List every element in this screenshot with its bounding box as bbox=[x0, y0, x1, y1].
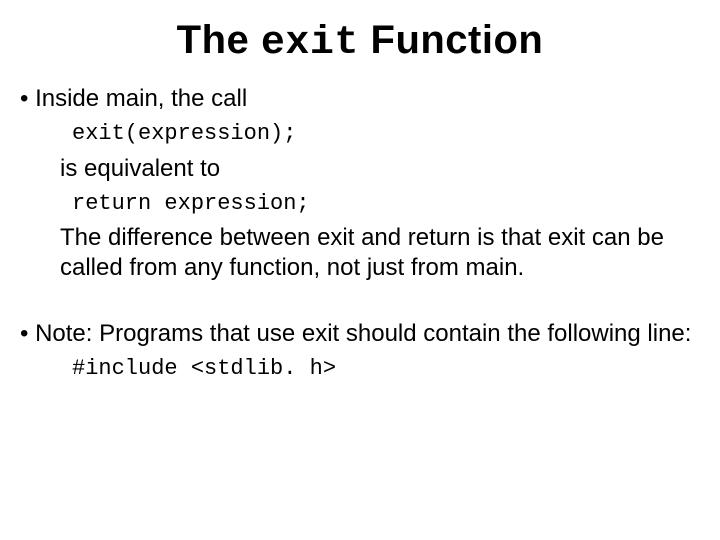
slide-body: • Inside main, the call exit(expression)… bbox=[20, 84, 700, 383]
bullet-1-code-1: exit(expression); bbox=[72, 120, 700, 148]
bullet-1-mid: is equivalent to bbox=[60, 154, 700, 184]
title-part2: Function bbox=[359, 18, 543, 62]
slide: The exit Function • Inside main, the cal… bbox=[0, 0, 720, 540]
bullet-1-tail: The difference between exit and return i… bbox=[60, 223, 700, 283]
bullet-2-lead-text: • Note: Programs that use exit should co… bbox=[20, 319, 700, 349]
bullet-1-code-2: return expression; bbox=[72, 190, 700, 218]
spacer bbox=[20, 289, 700, 319]
bullet-2-lead: • Note: Programs that use exit should co… bbox=[20, 319, 700, 349]
bullet-2-code: #include <stdlib. h> bbox=[72, 355, 700, 383]
title-part1: The bbox=[177, 18, 261, 62]
title-mono: exit bbox=[261, 21, 359, 66]
bullet-1-lead: • Inside main, the call bbox=[20, 84, 700, 114]
slide-title: The exit Function bbox=[20, 18, 700, 66]
